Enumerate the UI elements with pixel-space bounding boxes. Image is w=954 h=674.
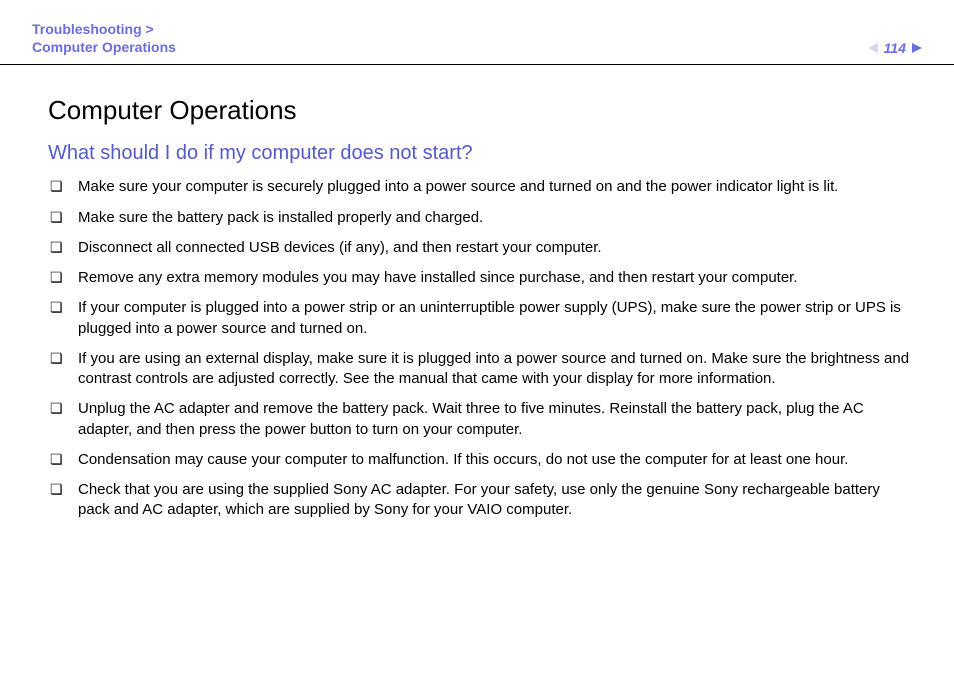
page-header: Troubleshooting > Computer Operations 11…: [0, 0, 954, 65]
breadcrumb-line-2: Computer Operations: [32, 38, 176, 56]
list-item: If your computer is plugged into a power…: [48, 298, 914, 339]
list-item: Check that you are using the supplied So…: [48, 480, 914, 521]
arrow-right-icon[interactable]: [912, 43, 922, 53]
list-item: Remove any extra memory modules you may …: [48, 268, 914, 288]
arrow-left-icon[interactable]: [868, 43, 878, 53]
breadcrumb-line-1: Troubleshooting >: [32, 20, 176, 38]
page-title: Computer Operations: [48, 95, 914, 126]
troubleshoot-list: Make sure your computer is securely plug…: [48, 177, 914, 520]
page-content: Computer Operations What should I do if …: [0, 65, 954, 520]
list-item: Make sure your computer is securely plug…: [48, 177, 914, 197]
list-item: Unplug the AC adapter and remove the bat…: [48, 399, 914, 440]
page-number: 114: [884, 40, 906, 56]
list-item: Make sure the battery pack is installed …: [48, 208, 914, 228]
breadcrumb: Troubleshooting > Computer Operations: [32, 20, 176, 56]
list-item: If you are using an external display, ma…: [48, 349, 914, 390]
list-item: Disconnect all connected USB devices (if…: [48, 238, 914, 258]
section-heading: What should I do if my computer does not…: [48, 142, 914, 165]
page-marker: 114: [868, 40, 922, 56]
list-item: Condensation may cause your computer to …: [48, 450, 914, 470]
